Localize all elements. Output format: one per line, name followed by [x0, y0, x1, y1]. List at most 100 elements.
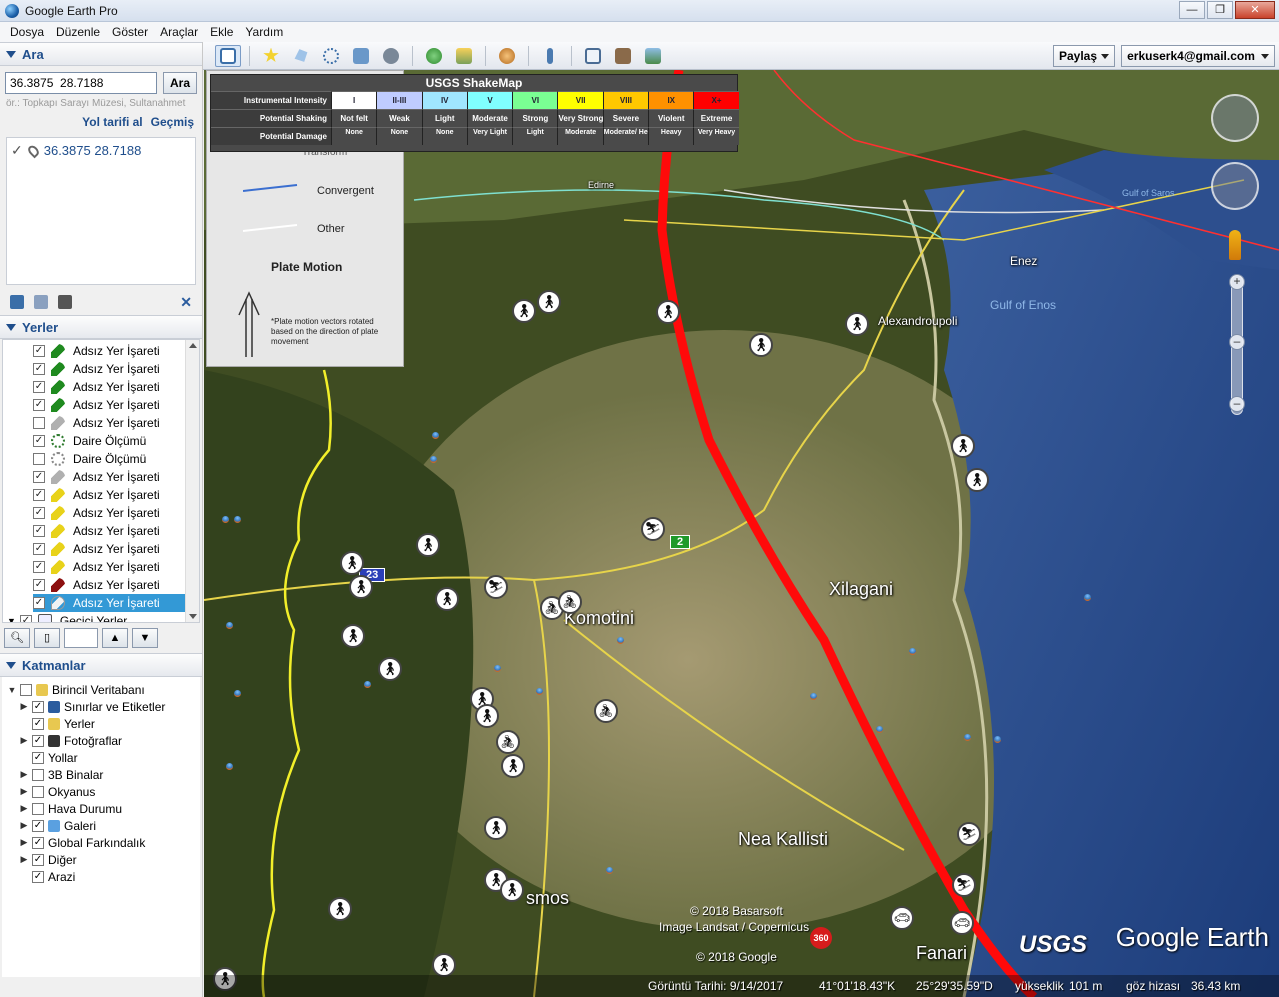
place-item[interactable]: Adsız Yer İşareti — [33, 414, 199, 432]
layer-item[interactable]: ▼ Birincil Veritabanı — [2, 681, 200, 698]
place-item[interactable]: ✓ Daire Ölçümü — [33, 432, 199, 450]
layers-section-header[interactable]: Katmanlar — [0, 653, 202, 677]
checkbox[interactable]: ✓ — [32, 751, 44, 764]
expand-icon[interactable]: ▶ — [18, 803, 30, 814]
layer-item[interactable]: ▶ Okyanus — [2, 783, 200, 800]
zoom-handle[interactable]: – — [1229, 334, 1245, 350]
search-input[interactable] — [5, 72, 157, 94]
checkbox[interactable]: ✓ — [33, 381, 45, 393]
search-places-button[interactable]: 🔍︎ — [4, 628, 30, 648]
planets-button[interactable] — [494, 45, 520, 67]
menu-help[interactable]: Yardım — [239, 25, 289, 39]
hiking-icon[interactable]: 🚶︎ — [340, 551, 364, 575]
layer-item[interactable]: ✓ Yollar — [2, 749, 200, 766]
place-item[interactable]: ✓ Adsız Yer İşareti — [33, 540, 199, 558]
sidebar-toggle-button[interactable] — [215, 44, 241, 67]
checkbox[interactable]: ✓ — [33, 579, 45, 591]
cycling-icon[interactable]: 🚴︎ — [594, 699, 618, 723]
hiking-icon[interactable]: 🚶︎ — [435, 587, 459, 611]
expand-icon[interactable]: ▶ — [18, 735, 30, 746]
temp-places-row[interactable]: ▼ ✓ Geçici Yerler — [3, 612, 199, 622]
email-button[interactable] — [580, 45, 606, 67]
sunlight-button[interactable] — [451, 45, 477, 67]
checkbox[interactable]: ✓ — [32, 836, 44, 849]
zoom-in-button[interactable]: + — [1229, 274, 1245, 290]
expand-icon[interactable]: ▶ — [18, 769, 30, 780]
hiking-icon[interactable]: 🚶︎ — [432, 953, 456, 977]
places-filter-input[interactable] — [64, 628, 98, 648]
place-label-enez[interactable]: Enez — [1010, 254, 1037, 268]
checkbox[interactable]: ✓ — [33, 561, 45, 573]
hiking-icon[interactable]: 🚶︎ — [341, 624, 365, 648]
place-label-nea-kallisti[interactable]: Nea Kallisti — [738, 829, 828, 850]
place-item[interactable]: ✓ Adsız Yer İşareti — [33, 396, 199, 414]
checkbox[interactable] — [33, 417, 45, 429]
checkbox[interactable]: ✓ — [33, 543, 45, 555]
menu-view[interactable]: Göster — [106, 25, 154, 39]
hiking-icon[interactable]: 🚶︎ — [749, 333, 773, 357]
places-section-header[interactable]: Yerler — [0, 315, 202, 339]
checkbox[interactable]: ✓ — [33, 399, 45, 411]
place-item[interactable]: ✓ Adsız Yer İşareti — [33, 504, 199, 522]
close-button[interactable]: ✕ — [1235, 1, 1275, 19]
checkbox[interactable] — [32, 785, 44, 798]
expand-icon[interactable]: ▶ — [18, 854, 30, 865]
hiking-icon[interactable]: 🚶︎ — [328, 897, 352, 921]
place-label-xilagani[interactable]: Xilagani — [829, 579, 893, 600]
place-item[interactable]: ✓ Adsız Yer İşareti — [33, 378, 199, 396]
layer-item[interactable]: ▶ ✓ Diğer — [2, 851, 200, 868]
directions-link[interactable]: Yol tarifi al — [82, 115, 142, 129]
print-button[interactable] — [610, 45, 636, 67]
checkbox[interactable]: ✓ — [33, 471, 45, 483]
checkbox[interactable]: ✓ — [33, 489, 45, 501]
save-image-button[interactable] — [640, 45, 666, 67]
move-up-button[interactable]: ▲ — [102, 628, 128, 648]
layer-item[interactable]: ✓ Yerler — [2, 715, 200, 732]
checkbox[interactable]: ✓ — [32, 819, 44, 832]
cycling-icon[interactable]: 🚴︎ — [496, 730, 520, 754]
map-view[interactable]: Transform Convergent Other Plate Motion … — [204, 70, 1279, 997]
place-label-edirne[interactable]: Edirne — [588, 180, 614, 190]
pegman-icon[interactable] — [1229, 230, 1241, 260]
checkbox[interactable]: ✓ — [32, 853, 44, 866]
checkbox[interactable]: ✓ — [32, 717, 44, 730]
checkbox[interactable]: ✓ — [19, 615, 32, 622]
look-joystick[interactable] — [1211, 94, 1259, 142]
add-overlay-button[interactable] — [348, 45, 374, 67]
layer-item[interactable]: ▶ ✓ Global Farkındalık — [2, 834, 200, 851]
place-item[interactable]: ✓ Adsız Yer İşareti — [33, 468, 199, 486]
history-link[interactable]: Geçmiş — [151, 115, 194, 129]
menu-add[interactable]: Ekle — [204, 25, 239, 39]
clear-search-icon[interactable]: ✕ — [180, 294, 192, 311]
layer-item[interactable]: ▶ Hava Durumu — [2, 800, 200, 817]
checkbox[interactable]: ✓ — [32, 870, 44, 883]
ruler-button[interactable] — [537, 45, 563, 67]
minimize-button[interactable]: — — [1179, 1, 1205, 19]
menu-tools[interactable]: Araçlar — [154, 25, 204, 39]
ski-icon[interactable]: ⛷︎ — [641, 517, 665, 541]
menu-file[interactable]: Dosya — [4, 25, 50, 39]
checkbox[interactable]: ✓ — [33, 597, 45, 609]
copy-icon[interactable] — [34, 295, 48, 309]
place-label-fanari[interactable]: Fanari — [916, 943, 967, 964]
street-view-360-badge[interactable]: 360 — [810, 927, 832, 949]
place-item[interactable]: ✓ Adsız Yer İşareti — [33, 522, 199, 540]
menu-edit[interactable]: Düzenle — [50, 25, 106, 39]
toggle-panel-button[interactable]: ▯ — [34, 628, 60, 648]
expand-icon[interactable]: ▼ — [6, 685, 18, 695]
expand-icon[interactable]: ▶ — [18, 701, 30, 712]
place-label-alexandroupoli[interactable]: Alexandroupoli — [878, 314, 957, 328]
hiking-icon[interactable]: 🚶︎ — [965, 468, 989, 492]
expand-icon[interactable]: ▶ — [18, 837, 30, 848]
hiking-icon[interactable]: 🚶︎ — [656, 300, 680, 324]
historical-imagery-button[interactable] — [421, 45, 447, 67]
checkbox[interactable]: ✓ — [33, 435, 45, 447]
place-item[interactable]: ✓ Adsız Yer İşareti — [33, 342, 199, 360]
checkbox[interactable] — [32, 802, 44, 815]
hiking-icon[interactable]: 🚶︎ — [349, 575, 373, 599]
hiking-icon[interactable]: 🚶︎ — [512, 299, 536, 323]
place-item[interactable]: ✓ Adsız Yer İşareti — [33, 576, 199, 594]
layer-item[interactable]: ▶ 3B Binalar — [2, 766, 200, 783]
place-item[interactable]: ✓ Adsız Yer İşareti — [33, 594, 199, 612]
add-placemark-button[interactable] — [258, 45, 284, 67]
